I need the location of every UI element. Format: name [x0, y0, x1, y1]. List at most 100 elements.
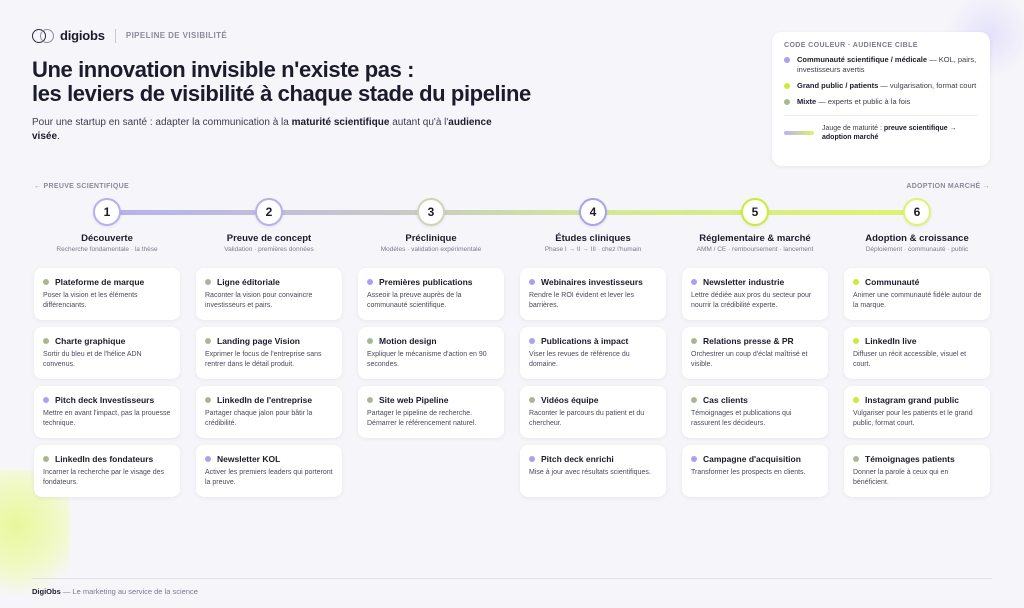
lever-card: LinkedIn des fondateurs Incarner la reche… — [34, 445, 180, 497]
lever-card: Vidéos équipe Raconter le parcours du pat… — [520, 386, 666, 438]
lever-card-title: LinkedIn des fondateurs — [55, 454, 154, 464]
lever-card-description: Partager le pipeline de recherche. Démar… — [367, 410, 477, 427]
pipeline-track — [107, 210, 918, 215]
stage-subtitle: Validation · premières données — [224, 246, 314, 253]
lever-card-description: Mettre en avant l'impact, pas la prouess… — [43, 410, 171, 427]
lever-card-title: Cas clients — [703, 395, 748, 405]
lever-card-title: Plateforme de marque — [55, 277, 145, 287]
audience-dot-mixed — [529, 397, 535, 403]
footer-divider — [32, 578, 992, 579]
lever-card-header: Plateforme de marque — [43, 277, 172, 287]
lever-card-header: LinkedIn live — [853, 336, 982, 346]
stage-subtitle: Recherche fondamentale · la thèse — [56, 246, 158, 253]
audience-dot-mixed — [367, 397, 373, 403]
audience-dot-scientific — [691, 456, 697, 462]
page-subtitle: Pour une startup en santé : adapter la c… — [32, 116, 502, 144]
legend-dot-public — [784, 83, 790, 89]
lever-card-title: Pitch deck Investisseurs — [55, 395, 155, 405]
lever-card-title: Vidéos équipe — [541, 395, 599, 405]
maturity-gauge — [784, 131, 814, 135]
audience-dot-mixed — [205, 279, 211, 285]
lever-card-description: Asseoir la preuve auprès de la communaut… — [367, 292, 462, 309]
stage-subtitle: Modèles · validation expérimentale — [380, 246, 482, 253]
footer: DigiObs — Le marketing au service de la … — [32, 587, 198, 596]
legend-item-public: Grand public / patients — vulgarisation,… — [784, 81, 978, 91]
audience-dot-mixed — [691, 397, 697, 403]
lever-card-header: Charte graphique — [43, 336, 172, 346]
audience-dot-mixed — [43, 279, 49, 285]
lever-card-description: Viser les revues de référence du domaine… — [529, 351, 630, 368]
legend-dot-mixed — [784, 99, 790, 105]
lever-card-description: Transformer les prospects en clients. — [691, 469, 806, 476]
stage-number-1: 1 — [93, 198, 121, 226]
audience-dot-mixed — [691, 338, 697, 344]
legend-item-label: Grand public / patients — [797, 81, 879, 90]
lever-card: Pitch deck enrichi Mise à jour avec résul… — [520, 445, 666, 497]
lever-card-description: Expliquer le mécanisme d'action en 90 se… — [367, 351, 487, 368]
lever-card: Cas clients Témoignages et publications q… — [682, 386, 828, 438]
lever-card-title: Motion design — [379, 336, 437, 346]
lever-card-description: Poser la vision et les éléments différen… — [43, 292, 138, 309]
lever-card-description: Incarner la recherche par le visage des … — [43, 469, 165, 486]
legend-item-text: Mixte — experts et public à la fois — [797, 97, 910, 107]
lever-card-title: Charte graphique — [55, 336, 126, 346]
stage-title: Réglementaire & marché — [699, 233, 811, 244]
lever-card-header: Témoignages patients — [853, 454, 982, 464]
lever-card-description: Mise à jour avec résultats scientifiques… — [529, 469, 651, 476]
stage-title: Études cliniques — [555, 233, 631, 244]
lever-card-title: LinkedIn de l'entreprise — [217, 395, 313, 405]
lever-card-header: Communauté — [853, 277, 982, 287]
audience-dot-mixed — [43, 338, 49, 344]
lever-card-header: Premières publications — [367, 277, 496, 287]
lever-card: Site web Pipeline Partager le pipeline de… — [358, 386, 504, 438]
lever-card-description: Vulgariser pour les patients et le grand… — [853, 410, 973, 427]
subtitle-part: Pour une startup en santé : adapter la c… — [32, 117, 292, 128]
logo-text: digiobs — [60, 28, 105, 43]
lever-card-header: Webinaires investisseurs — [529, 277, 658, 287]
lever-card-header: Ligne éditoriale — [205, 277, 334, 287]
audience-dot-public — [853, 279, 859, 285]
lever-card-header: Relations presse & PR — [691, 336, 820, 346]
lever-card-header: Newsletter KOL — [205, 454, 334, 464]
lever-card: Plateforme de marque Poser la vision et l… — [34, 268, 180, 320]
lever-card-title: Ligne éditoriale — [217, 277, 280, 287]
stage-title: Preuve de concept — [226, 233, 312, 244]
lever-card-title: Webinaires investisseurs — [541, 277, 643, 287]
subtitle-part: autant qu'à l' — [389, 117, 449, 128]
lever-card-description: Raconter le parcours du patient et du ch… — [529, 410, 645, 427]
stage-title: Préclinique — [405, 233, 457, 244]
lever-card-header: Motion design — [367, 336, 496, 346]
lever-card-title: Publications à impact — [541, 336, 629, 346]
header-divider — [114, 28, 116, 43]
lever-card-title: Relations presse & PR — [703, 336, 794, 346]
lever-card: Landing page Vision Exprimer le focus de … — [196, 327, 342, 379]
legend-title: CODE COULEUR · AUDIENCE CIBLE — [784, 42, 918, 49]
stage-number-4: 4 — [579, 198, 607, 226]
stage-subtitle: Déploiement · communauté · public — [865, 246, 969, 253]
page-title-line1: Une innovation invisible n'existe pas : — [32, 57, 415, 82]
audience-dot-scientific — [691, 279, 697, 285]
lever-card-description: Exprimer le focus de l'entreprise sans r… — [205, 351, 322, 368]
lever-card-title: LinkedIn live — [865, 336, 917, 346]
audience-dot-scientific — [529, 338, 535, 344]
lever-card-description: Animer une communauté fidèle autour de l… — [853, 292, 982, 309]
lever-card-header: LinkedIn des fondateurs — [43, 454, 172, 464]
stage-number-2: 2 — [255, 198, 283, 226]
audience-dot-public — [853, 397, 859, 403]
lever-card-title: Landing page Vision — [217, 336, 300, 346]
lever-card: Communauté Animer une communauté fidèle a… — [844, 268, 990, 320]
lever-card-description: Rendre le ROI évident et lever les barri… — [529, 292, 635, 309]
lever-card-title: Premières publications — [379, 277, 473, 287]
legend-item-mixed: Mixte — experts et public à la fois — [784, 97, 978, 107]
lever-card-description: Lettre dédiée aux pros du secteur pour n… — [691, 292, 812, 309]
lever-card-description: Sortir du bleu et de l'hélice ADN conven… — [43, 351, 142, 368]
lever-card-title: Newsletter KOL — [217, 454, 281, 464]
lever-card-header: Landing page Vision — [205, 336, 334, 346]
gauge-label: Jauge de maturité : — [822, 125, 884, 132]
legend-gauge-text: Jauge de maturité : preuve scientifique … — [822, 124, 978, 142]
lever-card-title: Instagram grand public — [865, 395, 959, 405]
legend-panel: CODE COULEUR · AUDIENCE CIBLE Communauté… — [772, 32, 990, 166]
lever-card-header: LinkedIn de l'entreprise — [205, 395, 334, 405]
logo-icon — [32, 28, 54, 43]
subtitle-part: . — [57, 131, 60, 142]
